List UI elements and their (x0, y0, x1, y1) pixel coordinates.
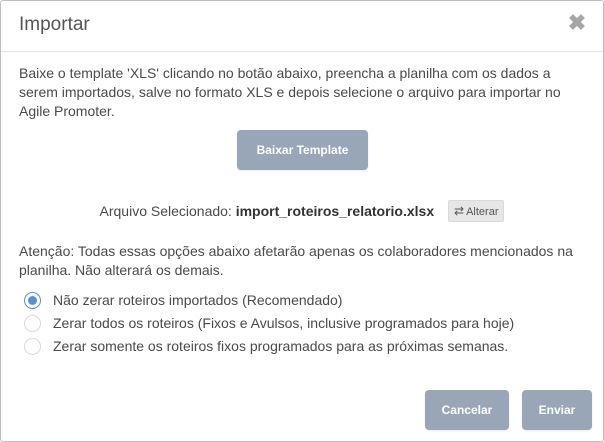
dialog-title: Importar (19, 14, 90, 35)
radio-reset-all[interactable] (24, 314, 41, 332)
selected-file-label: Arquivo Selecionado: (99, 203, 232, 219)
warning-text: Atenção: Todas essas opções abaixo afeta… (19, 243, 573, 278)
option-reset-fixed[interactable]: Zerar somente os roteiros fixos programa… (24, 336, 514, 356)
dialog-header: Importar ✖ (1, 1, 603, 52)
radio-reset-fixed[interactable] (24, 337, 41, 355)
cancel-button[interactable]: Cancelar (425, 390, 509, 430)
option-label: Não zerar roteiros importados (Recomenda… (53, 292, 343, 308)
selected-file-row: Arquivo Selecionado: import_roteiros_rel… (1, 199, 603, 222)
option-no-reset[interactable]: Não zerar roteiros importados (Recomenda… (24, 290, 514, 310)
send-button[interactable]: Enviar (522, 390, 592, 430)
change-file-button[interactable]: ⇄ Alterar (448, 199, 505, 222)
radio-no-reset[interactable] (24, 291, 41, 309)
option-reset-all[interactable]: Zerar todos os roteiros (Fixos e Avulsos… (24, 313, 514, 333)
selected-file-name: import_roteiros_relatorio.xlsx (235, 203, 435, 219)
import-dialog: Importar ✖ Baixe o template 'XLS' clican… (0, 0, 604, 442)
change-file-label: Alterar (466, 205, 499, 218)
option-label: Zerar todos os roteiros (Fixos e Avulsos… (53, 315, 515, 331)
swap-icon: ⇄ (454, 203, 465, 218)
download-template-button[interactable]: Baixar Template (237, 130, 368, 170)
reset-options-group: Não zerar roteiros importados (Recomenda… (24, 290, 514, 359)
instructions-text: Baixe o template 'XLS' clicando no botão… (19, 65, 561, 119)
close-icon[interactable]: ✖ (567, 12, 587, 34)
option-label: Zerar somente os roteiros fixos programa… (53, 338, 509, 354)
